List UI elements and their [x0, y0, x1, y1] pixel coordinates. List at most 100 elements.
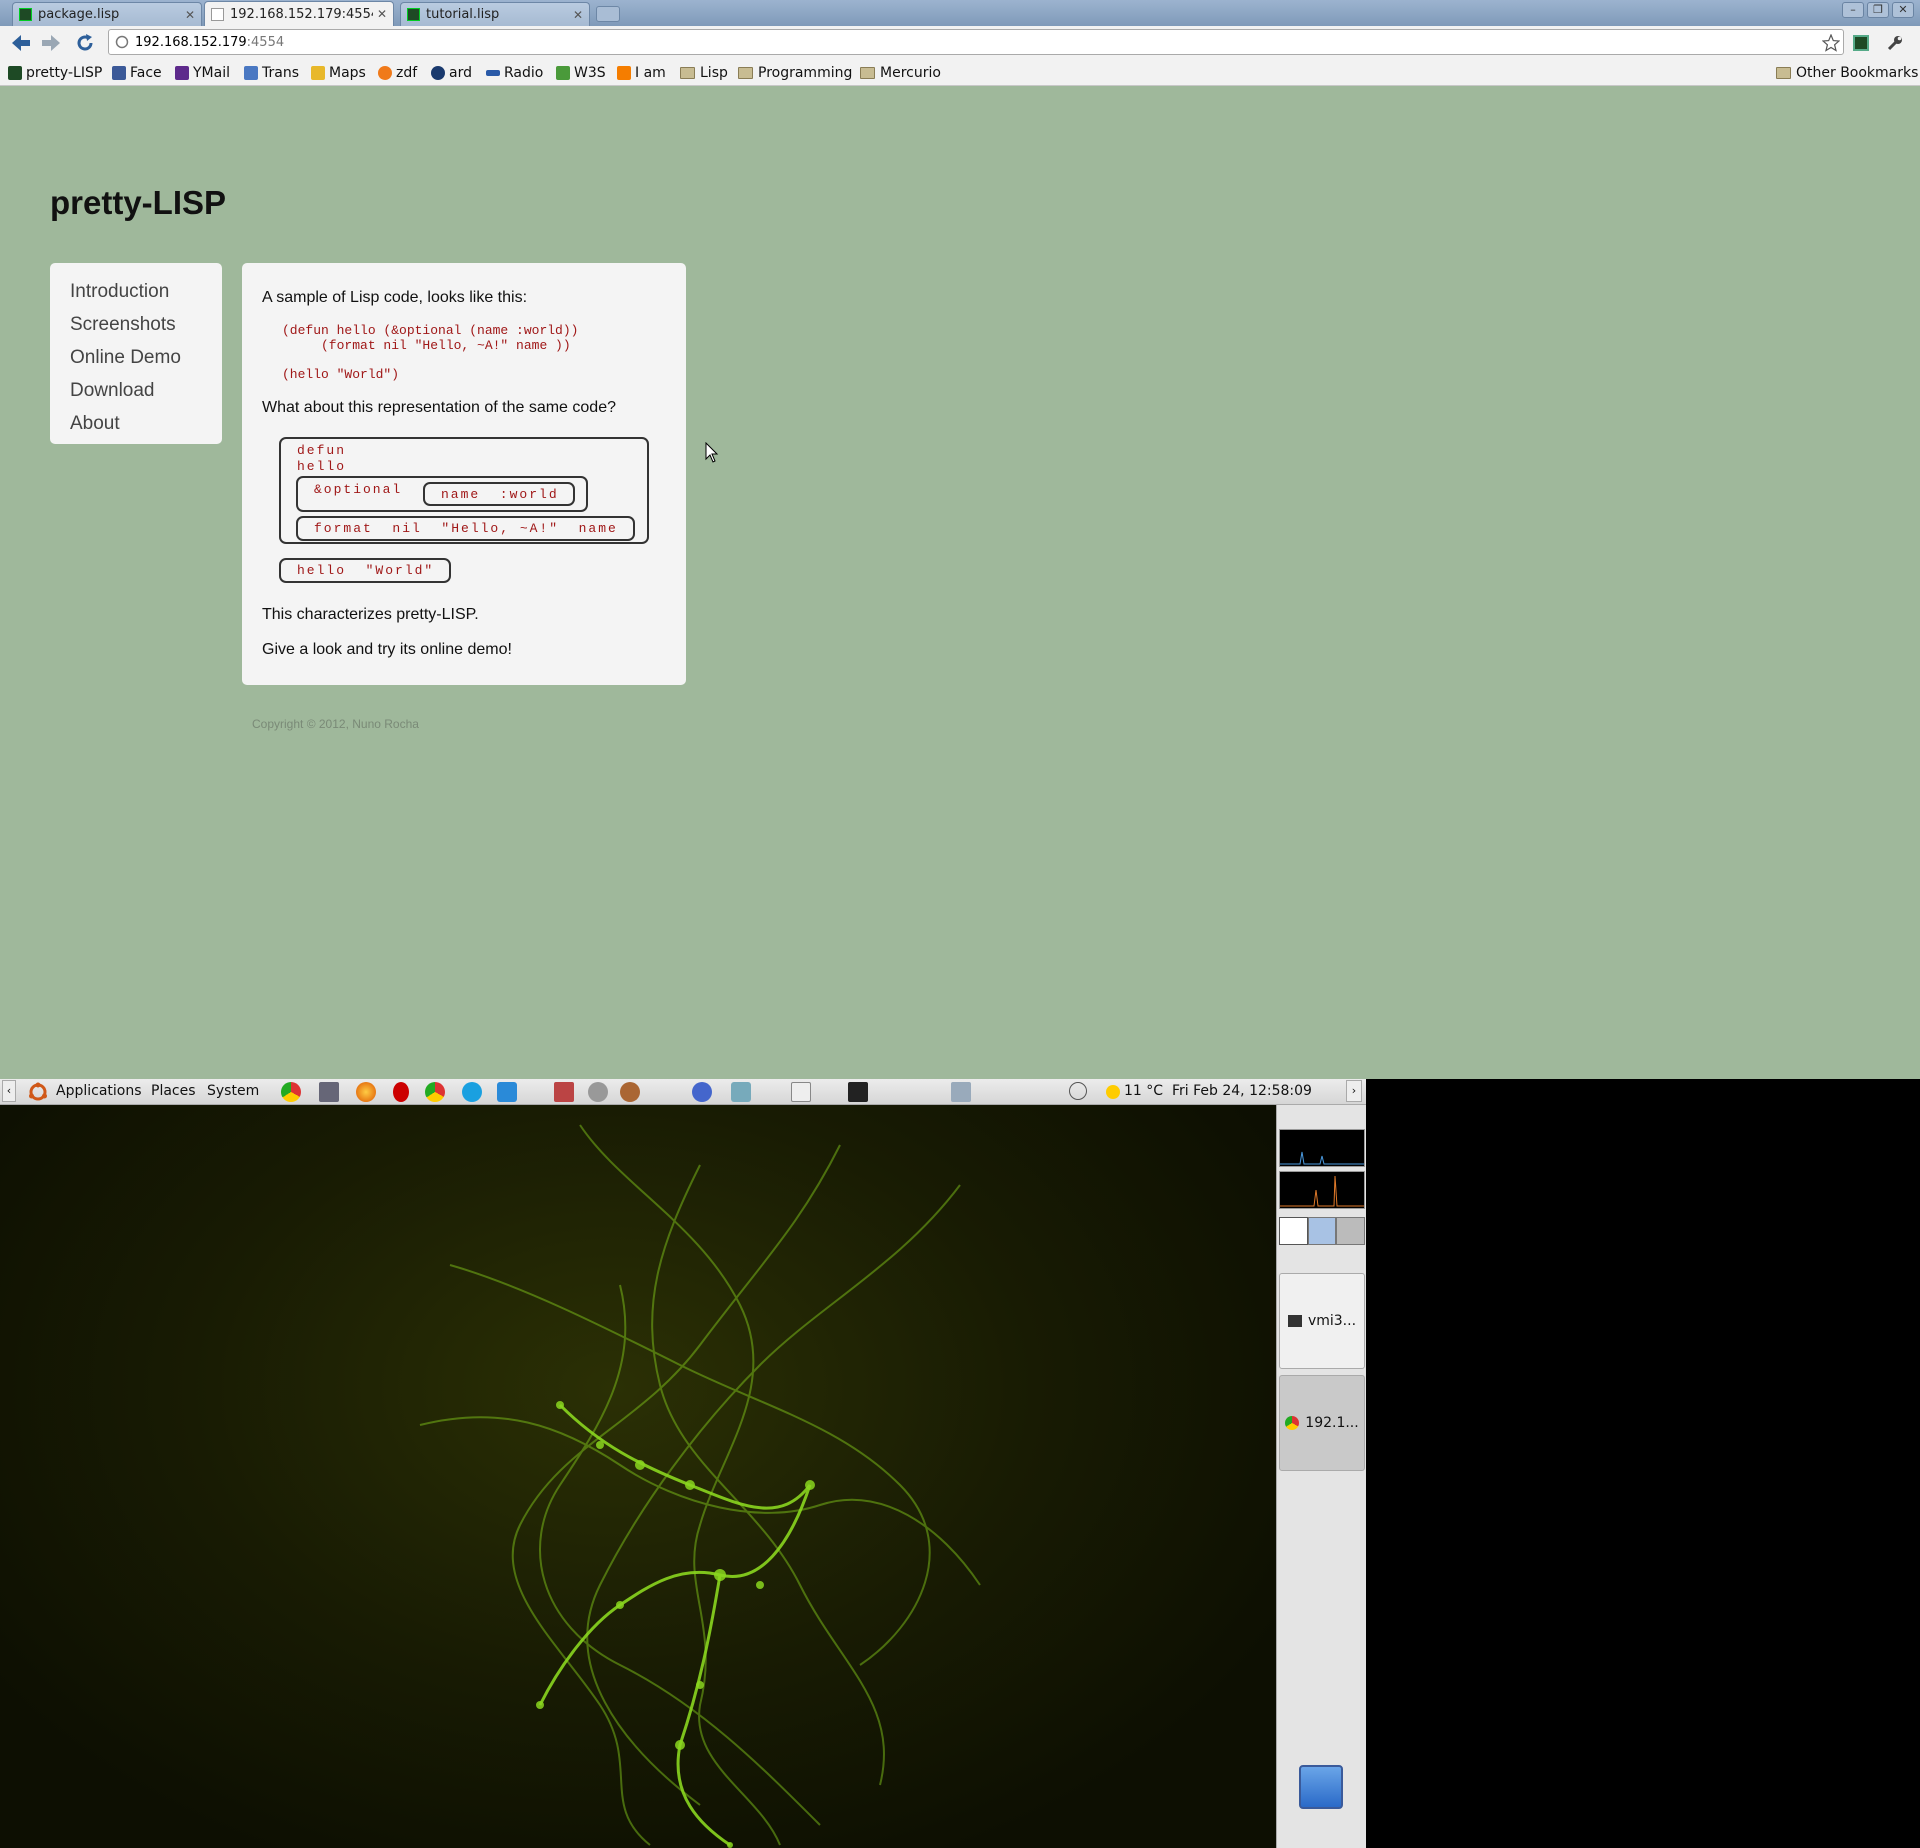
back-button[interactable] — [8, 31, 34, 55]
chrome-icon — [1285, 1416, 1300, 1430]
code-line: (defun hello (&optional (name :world)) — [282, 323, 579, 338]
bookmark-ymail[interactable]: YMail — [175, 63, 230, 83]
tab-package-lisp[interactable]: package.lisp ✕ — [12, 2, 202, 26]
token-name-world: name :world — [441, 487, 559, 502]
panel-left-arrow-icon[interactable]: ‹ — [2, 1080, 16, 1102]
extension-button[interactable] — [1850, 31, 1872, 55]
panel-clock[interactable]: Fri Feb 24, 12:58:09 — [1172, 1083, 1312, 1099]
text-editor-launcher-icon[interactable] — [791, 1082, 811, 1102]
back-arrow-icon — [12, 35, 30, 51]
forward-button[interactable] — [38, 31, 64, 55]
workspace-3[interactable] — [1336, 1217, 1366, 1245]
bookmark-label: Radio — [504, 65, 544, 81]
token-hello-world: hello "World" — [297, 563, 435, 578]
bookmark-label: ard — [449, 65, 472, 81]
settings-wrench-button[interactable] — [1884, 31, 1906, 55]
bookmark-trans[interactable]: Trans — [244, 63, 299, 83]
cpu-monitor-graph[interactable] — [1279, 1129, 1365, 1167]
tab-tutorial-lisp[interactable]: tutorial.lisp ✕ — [400, 2, 590, 26]
nav-download[interactable]: Download — [70, 380, 222, 413]
address-bar[interactable]: 192.168.152.179:4554 — [108, 29, 1844, 55]
bookmark-i-am[interactable]: I am — [617, 63, 666, 83]
bookmark-label: Trans — [262, 65, 299, 81]
workspace-2[interactable] — [1307, 1217, 1337, 1245]
cpu-graph-icon — [1280, 1151, 1364, 1165]
facebook-icon — [112, 66, 126, 80]
weather-temperature[interactable]: 11 °C — [1124, 1083, 1163, 1099]
bookmark-radio[interactable]: Radio — [486, 63, 543, 83]
settings-launcher-icon[interactable] — [588, 1082, 608, 1102]
app-launcher-icon[interactable] — [620, 1082, 640, 1102]
terminal-favicon-icon — [407, 8, 420, 21]
bookmark-folder-lisp[interactable]: Lisp — [680, 63, 728, 83]
intro-paragraph: A sample of Lisp code, looks like this: — [262, 289, 528, 306]
taskbar-terminal-window[interactable]: vmi3... — [1279, 1273, 1365, 1369]
bookmark-star-button[interactable] — [1820, 31, 1842, 55]
network-monitor-graph[interactable] — [1279, 1171, 1365, 1209]
panel-right-arrow-icon[interactable]: › — [1346, 1080, 1362, 1102]
terminal-extension-icon — [1853, 35, 1869, 51]
reload-button[interactable] — [72, 31, 98, 55]
wallpaper-network-graphic — [419, 1124, 981, 1848]
close-tab-icon[interactable]: ✕ — [377, 7, 387, 21]
network-launcher-icon[interactable] — [692, 1082, 712, 1102]
nav-online-demo[interactable]: Online Demo — [70, 347, 222, 380]
tab-label: package.lisp — [38, 7, 120, 22]
characterizes-paragraph: This characterizes pretty-LISP. — [262, 606, 479, 623]
tab-label: 192.168.152.179:4554 — [230, 6, 373, 22]
chrome-launcher-icon[interactable] — [281, 1082, 301, 1102]
network-status-icon[interactable] — [951, 1082, 971, 1102]
bookmark-label: Maps — [329, 65, 366, 81]
other-bookmarks-label: Other Bookmarks — [1796, 65, 1919, 81]
close-tab-icon[interactable]: ✕ — [185, 8, 195, 22]
opera-launcher-icon[interactable] — [393, 1082, 409, 1102]
firefox-launcher-icon[interactable] — [356, 1082, 376, 1102]
nav-about[interactable]: About — [70, 413, 222, 446]
trash-icon[interactable] — [1299, 1765, 1343, 1809]
minimize-button[interactable]: – — [1842, 2, 1864, 18]
restore-button[interactable]: ❐ — [1867, 2, 1889, 18]
close-tab-icon[interactable]: ✕ — [573, 8, 583, 22]
format-expression-box: format nil "Hello, ~A!" name — [296, 516, 635, 541]
web-page: pretty-LISP Introduction Screenshots Onl… — [0, 86, 1920, 1079]
taskbar-browser-window[interactable]: 192.1... — [1279, 1375, 1365, 1471]
archive-launcher-icon[interactable] — [554, 1082, 574, 1102]
network-graph-icon — [1280, 1175, 1364, 1207]
bookmark-label: Lisp — [700, 65, 728, 81]
other-bookmarks[interactable]: Other Bookmarks — [1776, 63, 1918, 83]
virtualbox-launcher-icon[interactable] — [731, 1082, 751, 1102]
bookmark-zdf[interactable]: zdf — [378, 63, 417, 83]
chromium-launcher-icon[interactable] — [425, 1082, 445, 1102]
tab-label: tutorial.lisp — [426, 7, 500, 22]
terminal-launcher-icon[interactable] — [848, 1082, 868, 1102]
nav-introduction[interactable]: Introduction — [70, 281, 222, 314]
bookmark-maps[interactable]: Maps — [311, 63, 366, 83]
places-menu[interactable]: Places — [151, 1083, 196, 1099]
power-icon[interactable] — [1069, 1082, 1087, 1100]
bookmark-pretty-lisp[interactable]: pretty-LISP — [8, 63, 102, 83]
skype-launcher-icon[interactable] — [462, 1082, 482, 1102]
browser-tab-strip: package.lisp ✕ 192.168.152.179:4554 ✕ tu… — [0, 0, 1920, 26]
bookmark-face[interactable]: Face — [112, 63, 162, 83]
applications-menu[interactable]: Applications — [56, 1083, 142, 1099]
bookmark-folder-programming[interactable]: Programming — [738, 63, 852, 83]
tab-current-page[interactable]: 192.168.152.179:4554 ✕ — [204, 1, 394, 26]
translate-icon — [244, 66, 258, 80]
folder-icon — [860, 67, 875, 79]
bookmark-folder-mercurio[interactable]: Mercurio — [860, 63, 941, 83]
desktop-side-panel: vmi3... 192.1... — [1276, 1105, 1366, 1848]
teamviewer-launcher-icon[interactable] — [497, 1082, 517, 1102]
close-window-button[interactable]: ✕ — [1892, 2, 1914, 18]
workspace-switcher[interactable] — [1279, 1217, 1366, 1245]
ubuntu-logo-icon — [29, 1082, 47, 1101]
workspace-1[interactable] — [1279, 1217, 1308, 1245]
screenshot-launcher-icon[interactable] — [319, 1082, 339, 1102]
bookmark-ard[interactable]: ard — [431, 63, 472, 83]
main-content: A sample of Lisp code, looks like this: … — [242, 263, 686, 685]
system-menu[interactable]: System — [207, 1083, 259, 1099]
bookmark-label: W3S — [574, 65, 606, 81]
new-tab-button[interactable] — [596, 6, 620, 22]
nav-screenshots[interactable]: Screenshots — [70, 314, 222, 347]
weather-sun-icon — [1106, 1085, 1120, 1099]
bookmark-w3s[interactable]: W3S — [556, 63, 606, 83]
